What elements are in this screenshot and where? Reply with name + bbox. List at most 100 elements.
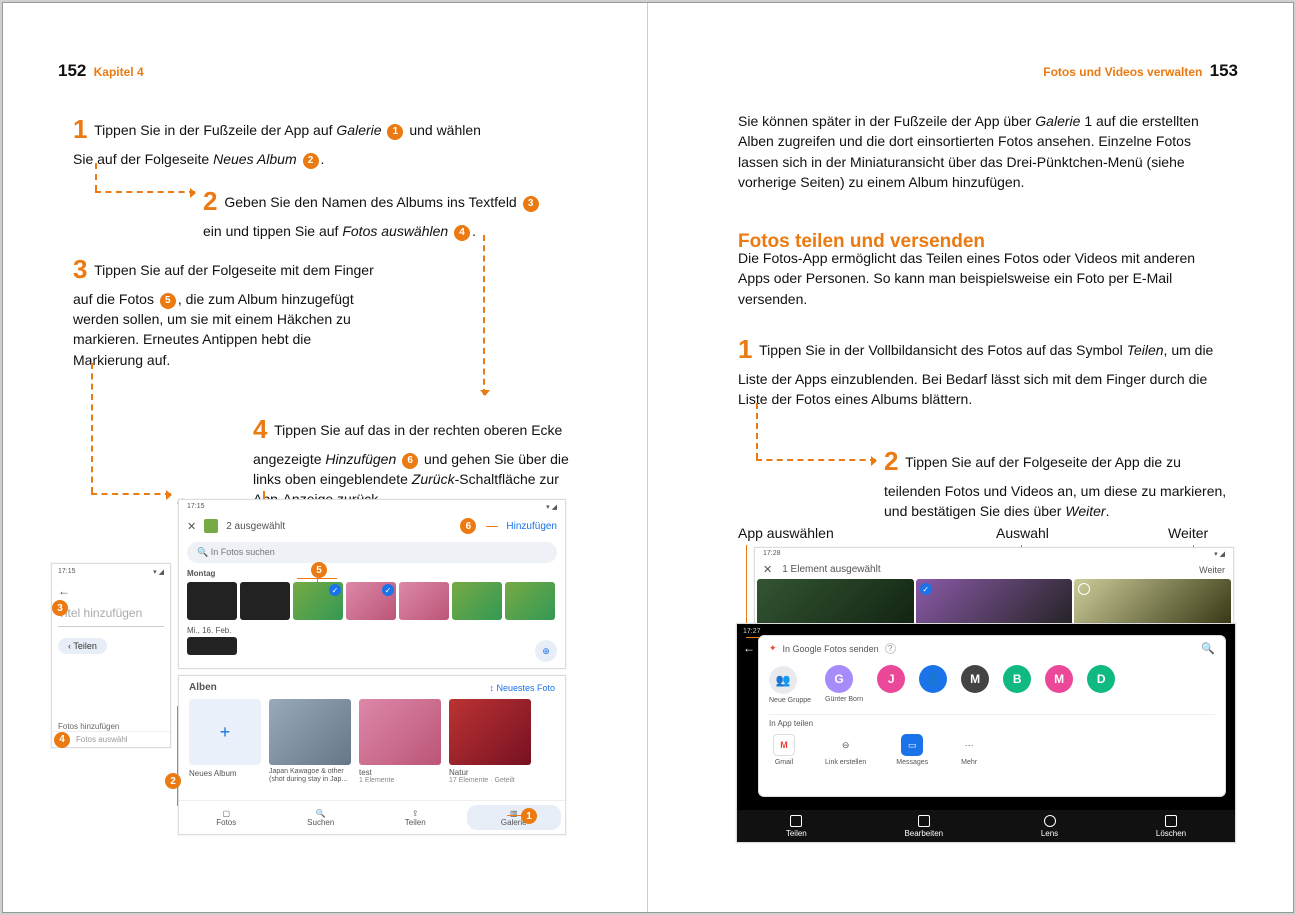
bar-lens[interactable]: Lens (1041, 815, 1058, 838)
contact-avatar[interactable]: B (1003, 665, 1031, 704)
search-input[interactable]: 🔍 In Fotos suchen (187, 542, 557, 563)
new-album-label: Neues Album (189, 769, 261, 778)
bar-delete[interactable]: Löschen (1156, 815, 1186, 838)
albums-header: Alben (189, 682, 217, 693)
share-messages[interactable]: ▭ Messages (896, 734, 928, 766)
section-label: Fotos und Videos verwalten (1043, 65, 1202, 79)
connector (95, 191, 195, 193)
bar-teilen[interactable]: Teilen (786, 815, 807, 838)
share-link[interactable]: ⊖ Link erstellen (825, 734, 866, 766)
search-icon[interactable]: 🔍 (1201, 642, 1215, 655)
selected-count: 2 ausgewählt (226, 521, 285, 532)
connector (91, 363, 93, 493)
zoom-icon[interactable]: ⊕ (535, 640, 557, 662)
step-number: 1 (73, 114, 90, 144)
paragraph-1: Sie können später in der Fußzeile der Ap… (738, 111, 1218, 192)
contact-avatar[interactable]: GGünter Born (825, 665, 863, 704)
send-title: In Google Fotos senden (783, 644, 879, 654)
callout-badge-2s: 2 (165, 773, 181, 789)
day-header: Montag (179, 567, 565, 580)
connector (756, 403, 758, 459)
callout-badge-1s: 1 (521, 808, 537, 824)
album-subtitle: 17 Elemente · Geteilt (449, 777, 531, 784)
header-right: Fotos und Videos verwalten 153 (1043, 61, 1238, 81)
label-app: App auswählen (738, 523, 834, 543)
photo-thumb[interactable] (187, 582, 237, 620)
close-icon[interactable]: ✕ (187, 520, 196, 533)
selected-count: 1 Element ausgewählt (782, 564, 880, 575)
screenshot-new-album: 17:15▾ ◢ ← 3 Titel hinzufügen ‹ Teilen F… (51, 563, 171, 748)
step-number: 3 (73, 254, 90, 284)
callout-badge-1: 1 (387, 124, 403, 140)
bar-bearbeiten[interactable]: Bearbeiten (904, 815, 943, 838)
callout-badge-6: 6 (402, 453, 418, 469)
trash-icon (1165, 815, 1177, 827)
header-left: 152 Kapitel 4 (58, 61, 144, 81)
callout-badge-3s: 3 (52, 600, 68, 616)
page-number: 152 (58, 61, 86, 80)
edit-icon (918, 815, 930, 827)
check-icon: ✓ (382, 584, 394, 596)
photo-thumb[interactable] (399, 582, 449, 620)
callout-badge-6s: 6 (460, 518, 476, 534)
step-1r: 1 Tippen Sie in der Vollbildansicht des … (738, 331, 1218, 409)
contact-avatar[interactable]: 👤 (919, 665, 947, 704)
day-header: Mi., 16. Feb. (179, 622, 565, 635)
nav-teilen[interactable]: ⇪Teilen (368, 801, 463, 834)
step-number: 2 (203, 186, 220, 216)
album-thumb[interactable] (359, 699, 441, 765)
newest-photo-link[interactable]: ↕ Neuestes Foto (489, 683, 555, 693)
share-pill[interactable]: ‹ Teilen (58, 638, 107, 654)
page-left: 152 Kapitel 4 1 Tippen Sie in der Fußzei… (3, 3, 648, 912)
messages-icon: ▭ (901, 734, 923, 756)
share-in-app-label: In App teilen (769, 714, 1215, 728)
contact-new-group[interactable]: 👥Neue Gruppe (769, 666, 811, 704)
close-icon[interactable]: ✕ (763, 563, 772, 576)
screenshot-select-photos: 17:15▾ ◢ ✕ 2 ausgewählt 6 Hinzufügen 🔍 I… (178, 499, 566, 669)
help-icon[interactable]: ? (885, 643, 896, 654)
link-icon: ⊖ (835, 734, 857, 756)
step-number: 1 (738, 334, 755, 364)
label-auswahl: Auswahl (996, 523, 1049, 543)
page-number: 153 (1210, 61, 1238, 80)
album-title: test (359, 768, 441, 777)
contact-avatar[interactable]: J (877, 665, 905, 704)
contact-avatar[interactable]: M (961, 665, 989, 704)
album-title: Japan Kawagoe & other (shot during stay … (269, 768, 351, 783)
connector (95, 163, 97, 191)
photo-thumb[interactable] (240, 582, 290, 620)
add-link[interactable]: Hinzufügen (506, 521, 557, 532)
contact-avatar[interactable]: D (1087, 665, 1115, 704)
share-gmail[interactable]: M Gmail (773, 734, 795, 766)
step-number: 2 (884, 446, 901, 476)
gmail-icon: M (773, 734, 795, 756)
check-icon: ✓ (329, 584, 341, 596)
select-photos-btn[interactable]: Fotos auswähl (76, 735, 128, 744)
photo-thumb[interactable] (187, 637, 237, 655)
connector (483, 235, 485, 395)
photo-thumb[interactable] (505, 582, 555, 620)
book-spread: 152 Kapitel 4 1 Tippen Sie in der Fußzei… (2, 2, 1294, 913)
nav-suchen[interactable]: 🔍Suchen (274, 801, 369, 834)
callout-badge-4: 4 (454, 225, 470, 241)
avatars-row: 👥Neue GruppeGGünter BornJ👤MBMD (759, 661, 1225, 708)
step-1: 1 Tippen Sie in der Fußzeile der App auf… (73, 111, 493, 169)
album-title: Natur (449, 768, 531, 777)
new-album-button[interactable]: + (189, 699, 261, 765)
paragraph-2: Die Fotos-App ermöglicht das Teilen eine… (738, 248, 1228, 309)
album-subtitle: 1 Elemente (359, 777, 441, 784)
album-title-input[interactable]: Titel hinzufügen (58, 606, 164, 627)
share-icon (790, 815, 802, 827)
check-icon: ✓ (920, 583, 932, 595)
share-more[interactable]: ⋯ Mehr (958, 734, 980, 766)
album-thumb[interactable] (449, 699, 531, 765)
screenshot-share-panel: ✦ In Google Fotos senden ? 🔍 👥Neue Grupp… (758, 635, 1226, 797)
callout-badge-2: 2 (303, 153, 319, 169)
weiter-link[interactable]: Weiter (1199, 565, 1225, 575)
photo-thumb[interactable] (452, 582, 502, 620)
nav-fotos[interactable]: ▢Fotos (179, 801, 274, 834)
nav-galerie[interactable]: ▥Galerie (467, 805, 562, 830)
album-thumb[interactable] (269, 699, 351, 765)
contact-avatar[interactable]: M (1045, 665, 1073, 704)
page-right: Fotos und Videos verwalten 153 Sie könne… (648, 3, 1293, 912)
